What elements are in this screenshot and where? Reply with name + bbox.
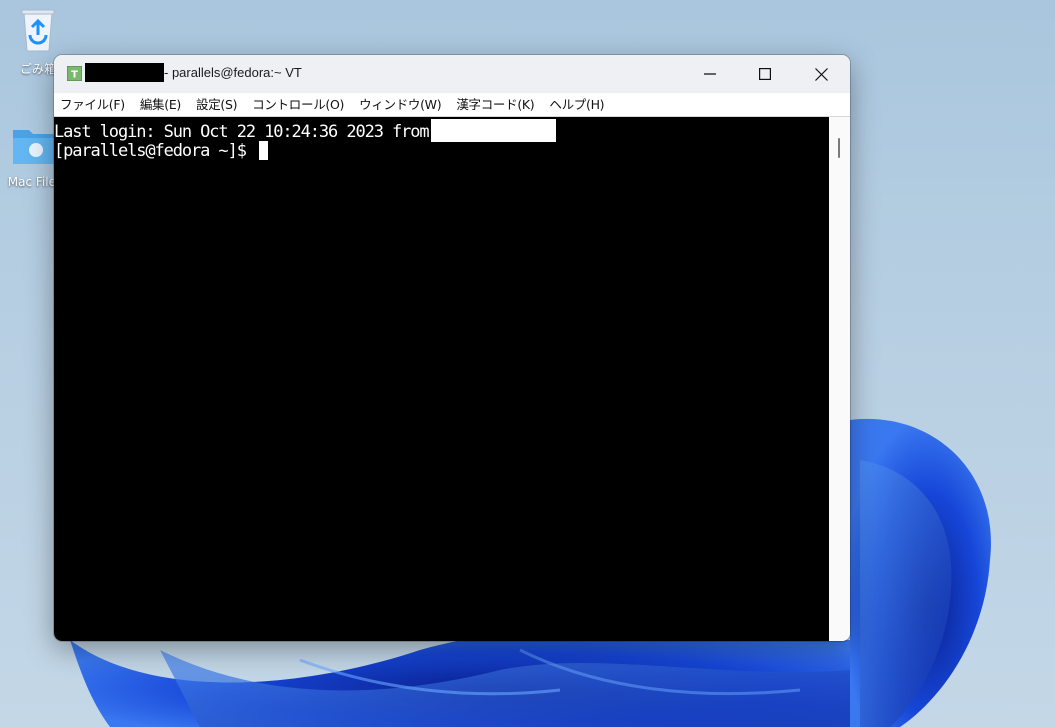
maximize-button[interactable]	[737, 55, 793, 93]
minimize-button[interactable]	[682, 55, 738, 93]
last-login-text: Last login: Sun Oct 22 10:24:36 2023 fro…	[54, 122, 430, 142]
menu-setup[interactable]: 設定(S)	[190, 93, 246, 116]
close-icon	[814, 67, 828, 81]
close-button[interactable]	[793, 55, 849, 93]
title-bar[interactable]: T - parallels@fedora:~ VT	[54, 55, 850, 93]
redacted-hostname	[85, 63, 164, 82]
shell-prompt: [parallels@fedora ~]$	[54, 141, 255, 161]
terminal-line: Last login: Sun Oct 22 10:24:36 2023 fro…	[54, 119, 556, 142]
svg-text:T: T	[71, 70, 78, 81]
window-title: - parallels@fedora:~ VT	[164, 65, 302, 80]
text-cursor	[258, 141, 268, 160]
menu-help[interactable]: ヘルプ(H)	[543, 93, 613, 116]
terminal-line: [parallels@fedora ~]$	[54, 141, 268, 161]
minimize-icon	[704, 73, 716, 75]
redacted-source-host	[430, 119, 556, 142]
menu-control[interactable]: コントロール(O)	[246, 93, 353, 116]
menu-edit[interactable]: 編集(E)	[134, 93, 190, 116]
scrollbar-thumb[interactable]	[838, 138, 840, 158]
terminal-window: T - parallels@fedora:~ VT ファイル(F) 編集(E) …	[54, 55, 850, 641]
teraterm-app-icon: T	[66, 65, 83, 82]
maximize-icon	[759, 68, 771, 80]
menu-file[interactable]: ファイル(F)	[54, 93, 134, 116]
recycle-bin-icon	[3, 5, 73, 56]
menu-bar: ファイル(F) 編集(E) 設定(S) コントロール(O) ウィンドウ(W) 漢…	[54, 93, 850, 117]
menu-kanji-code[interactable]: 漢字コード(K)	[450, 93, 543, 116]
terminal-area[interactable]: Last login: Sun Oct 22 10:24:36 2023 fro…	[54, 117, 829, 641]
vertical-scrollbar[interactable]	[829, 117, 850, 641]
menu-window[interactable]: ウィンドウ(W)	[353, 93, 450, 116]
